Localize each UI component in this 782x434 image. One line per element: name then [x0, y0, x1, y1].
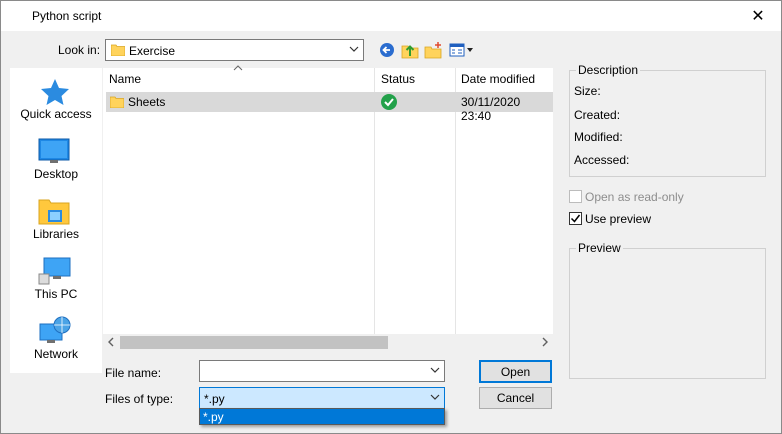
place-label: Network — [33, 347, 78, 361]
column-header-status[interactable]: Status — [381, 72, 415, 86]
checkmark-icon — [570, 214, 581, 223]
files-of-type-dropdown: *.py — [199, 408, 445, 425]
file-dialog-window: Python script ✕ Look in: Exercise Quick … — [0, 0, 782, 434]
cancel-button-label: Cancel — [496, 391, 535, 405]
place-label: Libraries — [32, 227, 80, 241]
description-group: Description Size: Created: Modified: Acc… — [569, 63, 766, 177]
close-button[interactable]: ✕ — [735, 1, 781, 31]
sort-ascending-icon — [233, 64, 243, 75]
size-label: Size: — [574, 84, 601, 98]
place-label: Desktop — [33, 167, 79, 181]
files-of-type-label: Files of type: — [105, 392, 174, 406]
preview-group: Preview — [569, 241, 766, 379]
chevron-down-icon — [430, 363, 440, 380]
chevron-down-icon — [430, 390, 440, 407]
created-label: Created: — [574, 108, 621, 122]
computer-icon — [38, 256, 72, 289]
file-name-cell: Sheets — [128, 95, 166, 109]
description-title: Description — [576, 63, 641, 77]
new-folder-icon[interactable] — [424, 41, 442, 59]
open-button-label: Open — [500, 364, 531, 379]
scroll-left-icon[interactable] — [107, 335, 115, 351]
date-modified-cell: 30/11/2020 23:40 — [461, 95, 521, 123]
modified-label: Modified: — [574, 130, 623, 144]
scroll-right-icon[interactable] — [541, 335, 549, 351]
close-icon: ✕ — [751, 8, 765, 25]
folder-icon — [109, 95, 125, 111]
use-preview-checkbox[interactable] — [569, 212, 582, 225]
look-in-label: Look in: — [58, 43, 101, 57]
files-of-type-value: *.py — [204, 392, 225, 406]
read-only-label: Open as read-only — [585, 190, 684, 204]
desktop-icon — [38, 138, 70, 169]
place-label: Quick access — [20, 107, 92, 121]
title-bar[interactable]: Python script ✕ — [1, 1, 781, 31]
file-name-combo[interactable] — [199, 360, 445, 382]
open-button[interactable]: Open — [479, 360, 552, 383]
column-header-date-modified[interactable]: Date modified — [461, 72, 535, 86]
file-name-label: File name: — [105, 366, 162, 380]
accessed-label: Accessed: — [574, 153, 630, 167]
table-row[interactable]: Sheets 30/11/2020 23:40 — [106, 92, 553, 123]
libraries-icon — [38, 196, 70, 229]
back-icon[interactable] — [378, 41, 396, 59]
dropdown-option[interactable]: *.py — [203, 410, 224, 424]
up-folder-icon[interactable] — [401, 41, 419, 59]
look-in-combo[interactable]: Exercise — [105, 39, 364, 61]
cancel-button[interactable]: Cancel — [479, 387, 552, 409]
file-list[interactable]: Name Status Date modified Sheets 30/11/2… — [103, 65, 553, 351]
window-title: Python script — [32, 9, 102, 23]
folder-icon — [110, 43, 126, 59]
read-only-checkbox[interactable] — [569, 190, 582, 203]
horizontal-scrollbar[interactable] — [103, 334, 553, 351]
scrollbar-thumb[interactable] — [120, 336, 388, 349]
chevron-down-icon — [349, 42, 359, 59]
view-menu-icon[interactable] — [449, 41, 475, 59]
star-icon — [40, 78, 70, 109]
places-bar: Quick access Desktop Libraries This PC N… — [10, 68, 102, 373]
preview-title: Preview — [576, 241, 623, 255]
look-in-value: Exercise — [129, 44, 176, 58]
network-icon — [38, 316, 72, 349]
place-label: This PC — [34, 287, 78, 301]
check-circle-icon — [380, 93, 398, 114]
files-of-type-combo[interactable]: *.py — [199, 387, 445, 409]
column-header-name[interactable]: Name — [109, 72, 141, 86]
use-preview-label: Use preview — [585, 212, 652, 226]
